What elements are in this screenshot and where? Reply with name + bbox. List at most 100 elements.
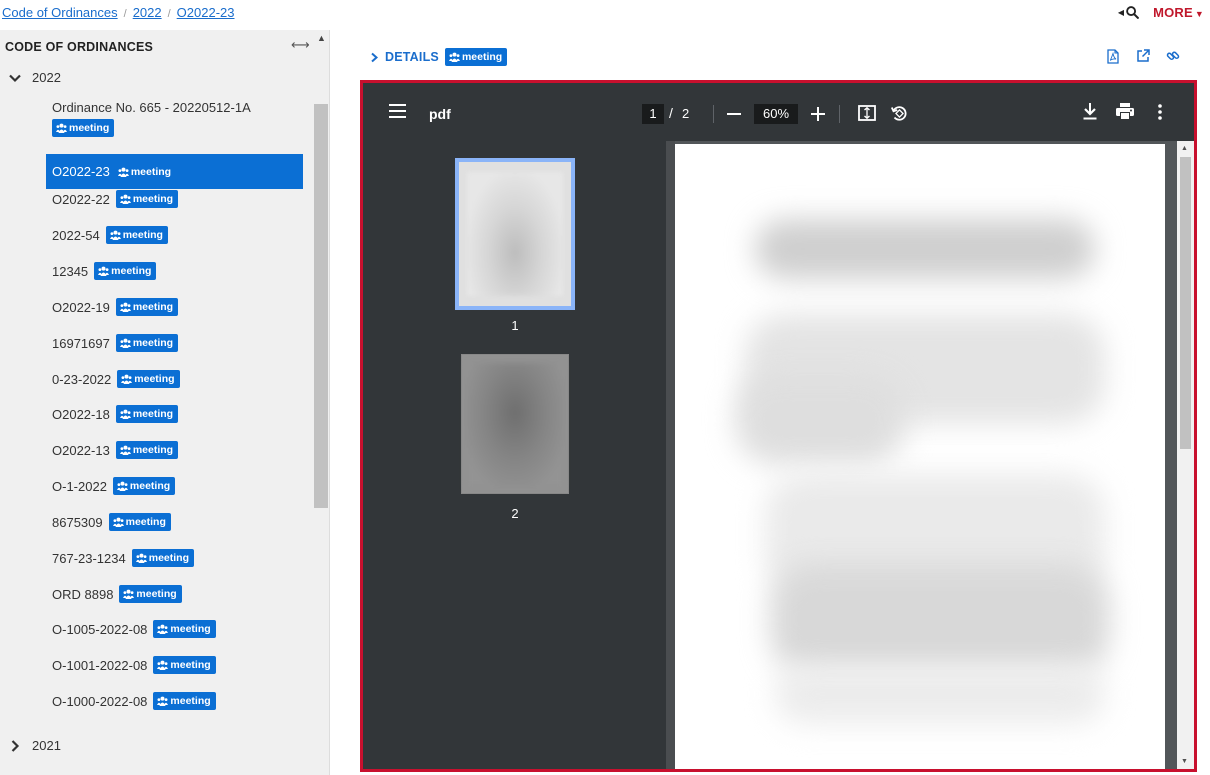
group-icon bbox=[119, 194, 131, 204]
details-toggle[interactable]: DETAILS meeting bbox=[370, 48, 508, 66]
page-separator: / bbox=[669, 105, 673, 121]
badge-label: meeting bbox=[132, 301, 174, 313]
badge-label: meeting bbox=[122, 229, 163, 241]
badge-label: meeting bbox=[132, 444, 174, 456]
rotate-icon[interactable] bbox=[890, 104, 908, 122]
folder-2021[interactable]: 2021 bbox=[8, 738, 61, 753]
scroll-down-icon[interactable]: ▼ bbox=[1181, 758, 1188, 765]
group-icon bbox=[157, 624, 169, 634]
badge-label: meeting bbox=[125, 516, 166, 528]
badge-label: meeting bbox=[132, 337, 174, 349]
meeting-badge: meeting bbox=[117, 370, 180, 388]
folder-label: 2022 bbox=[32, 70, 61, 85]
breadcrumb-2022[interactable]: 2022 bbox=[133, 5, 162, 20]
sidebar-item[interactable]: O-1001-2022-08 meeting bbox=[46, 656, 303, 674]
sidebar-item[interactable]: O2022-23 meeting bbox=[46, 154, 303, 189]
sidebar-scrollbar[interactable] bbox=[314, 104, 328, 508]
thumbnail-preview bbox=[466, 363, 564, 487]
group-icon bbox=[119, 409, 131, 419]
sidebar-item[interactable]: 0-23-2022 meeting bbox=[46, 370, 303, 388]
sidebar-item[interactable]: 8675309 meeting bbox=[46, 513, 303, 531]
meeting-badge: meeting bbox=[153, 692, 216, 710]
sidebar-item[interactable]: O-1-2022 meeting bbox=[46, 477, 303, 495]
more-vert-icon[interactable] bbox=[1158, 104, 1162, 120]
scroll-up-icon[interactable]: ▲ bbox=[1181, 145, 1188, 152]
group-icon bbox=[116, 481, 128, 491]
thumbnail-page-1[interactable] bbox=[455, 158, 575, 310]
thumbnail-preview bbox=[467, 172, 563, 296]
sidebar-item[interactable]: 2022-54 meeting bbox=[46, 226, 303, 244]
meeting-badge: meeting bbox=[444, 48, 508, 66]
breadcrumb-separator: / bbox=[123, 8, 127, 20]
zoom-input[interactable]: 60% bbox=[754, 104, 798, 124]
meeting-badge: meeting bbox=[115, 334, 179, 352]
group-icon bbox=[135, 553, 147, 563]
sidebar-item[interactable]: 12345 meeting bbox=[46, 262, 303, 280]
sidebar-item[interactable]: O2022-19 meeting bbox=[46, 298, 303, 316]
folder-2022[interactable]: 2022 bbox=[8, 70, 61, 85]
sidebar-item[interactable]: O-1000-2022-08 meeting bbox=[46, 692, 303, 710]
meeting-badge: meeting bbox=[108, 513, 171, 531]
sidebar-item[interactable]: O-1005-2022-08 meeting bbox=[46, 620, 303, 638]
badge-label: meeting bbox=[130, 165, 172, 178]
more-label: MORE bbox=[1153, 5, 1193, 20]
panel-divider bbox=[666, 141, 675, 769]
scroll-up-icon[interactable]: ▲ bbox=[317, 33, 326, 43]
group-icon bbox=[448, 52, 460, 62]
breadcrumb-current[interactable]: O2022-23 bbox=[177, 5, 235, 20]
meeting-badge: meeting bbox=[131, 549, 194, 567]
group-icon bbox=[119, 338, 131, 348]
blurred-content bbox=[775, 664, 1105, 724]
page-scrollbar[interactable]: ▲ ▼ bbox=[1177, 141, 1194, 769]
page-total: 2 bbox=[682, 106, 690, 121]
menu-icon[interactable] bbox=[389, 104, 406, 118]
search-icon bbox=[1126, 6, 1139, 19]
meeting-badge: meeting bbox=[112, 477, 176, 495]
pdf-file-icon[interactable] bbox=[1106, 49, 1120, 64]
badge-label: meeting bbox=[136, 588, 177, 600]
meeting-badge: meeting bbox=[153, 620, 216, 638]
pdf-viewer: pdf 1 / 2 60% 1 2 ▲ ▼ bbox=[360, 80, 1197, 772]
thumbnail-page-2[interactable] bbox=[461, 354, 569, 494]
group-icon bbox=[157, 696, 169, 706]
group-icon bbox=[157, 660, 169, 670]
sidebar-item-label: 767-23-1234 bbox=[52, 550, 126, 566]
badge-label: meeting bbox=[170, 695, 211, 707]
sidebar-item-label: 8675309 bbox=[52, 514, 103, 530]
breadcrumb-separator: / bbox=[167, 8, 171, 20]
sidebar-item-label: O-1-2022 bbox=[52, 478, 107, 494]
print-icon[interactable] bbox=[1116, 103, 1134, 120]
toolbar-divider bbox=[839, 105, 840, 123]
sidebar-item[interactable]: 767-23-1234 meeting bbox=[46, 549, 303, 567]
pdf-title: pdf bbox=[429, 106, 451, 122]
external-link-icon[interactable] bbox=[1136, 49, 1150, 64]
sidebar-item[interactable]: O2022-13 meeting bbox=[46, 441, 303, 459]
thumbnail-label: 2 bbox=[511, 506, 519, 521]
search-button[interactable]: ◀ bbox=[1118, 6, 1139, 19]
meeting-badge: meeting bbox=[119, 585, 182, 603]
sidebar-item[interactable]: ORD 8898 meeting bbox=[46, 585, 303, 603]
more-menu-button[interactable]: MORE ▼ bbox=[1153, 5, 1204, 20]
group-icon bbox=[119, 302, 131, 312]
group-icon bbox=[121, 374, 133, 384]
resize-handle-icon[interactable]: ⟷ bbox=[291, 37, 310, 53]
pdf-page bbox=[675, 144, 1165, 769]
sidebar-item[interactable]: 16971697 meeting bbox=[46, 334, 303, 352]
zoom-out-icon[interactable] bbox=[727, 107, 741, 121]
link-icon[interactable] bbox=[1166, 49, 1180, 64]
scrollbar-thumb[interactable] bbox=[1180, 157, 1191, 449]
badge-label: meeting bbox=[461, 51, 503, 63]
sidebar-item-label: 2022-54 bbox=[52, 227, 100, 243]
breadcrumb-code-of-ordinances[interactable]: Code of Ordinances bbox=[2, 5, 118, 20]
sidebar-item[interactable]: Ordinance No. 665 - 20220512-1A meeting bbox=[46, 100, 303, 137]
fit-page-icon[interactable] bbox=[858, 105, 876, 121]
zoom-in-icon[interactable] bbox=[811, 107, 825, 121]
sidebar-item[interactable]: O2022-22 meeting bbox=[46, 190, 303, 208]
sidebar-item[interactable]: O2022-18 meeting bbox=[46, 405, 303, 423]
download-icon[interactable] bbox=[1082, 103, 1098, 120]
meeting-badge: meeting bbox=[115, 405, 179, 423]
top-bar: Code of Ordinances / 2022 / O2022-23 ◀ MORE ▼ bbox=[0, 0, 1210, 28]
meeting-badge: meeting bbox=[116, 163, 176, 181]
sidebar-item-label: O2022-13 bbox=[52, 442, 110, 458]
page-number-input[interactable]: 1 bbox=[642, 104, 664, 124]
